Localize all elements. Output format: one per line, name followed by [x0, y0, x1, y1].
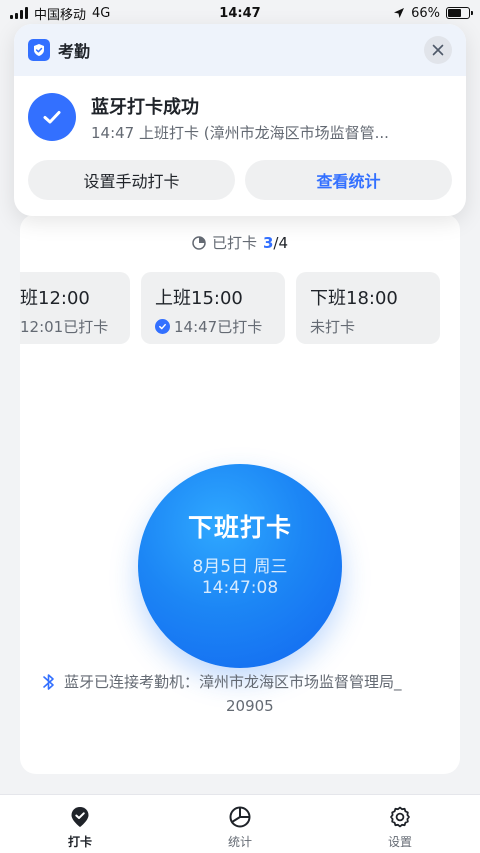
clock-out-button[interactable]: 下班打卡 8月5日 周三 14:47:08	[138, 464, 342, 668]
app-name: 考勤	[58, 42, 91, 61]
progress-label: 已打卡	[211, 234, 257, 252]
shift-list[interactable]: 班12:00 12:01已打卡 上班15:00 14:47已打卡 下班18:00…	[20, 272, 460, 346]
tab-label: 统计	[227, 835, 252, 849]
network-label: 4G	[92, 5, 111, 21]
manual-checkin-settings-button[interactable]: 设置手动打卡	[28, 160, 235, 200]
bluetooth-status: 蓝牙已连接考勤机：漳州市龙海区市场监督管理局_ 20905	[42, 670, 452, 718]
battery-percent: 66%	[411, 5, 440, 21]
stats-pie-icon	[229, 806, 251, 828]
bluetooth-icon	[43, 674, 54, 690]
close-icon[interactable]	[424, 36, 452, 64]
checkin-progress: 已打卡 3/4	[20, 232, 460, 253]
battery-fill	[448, 9, 462, 17]
tab-checkin[interactable]: 打卡	[25, 805, 135, 850]
status-left: 中国移动 4G	[10, 4, 110, 23]
shift-status: 14:47已打卡	[174, 318, 263, 336]
app-shield-icon	[28, 39, 50, 61]
tab-label: 设置	[387, 835, 412, 849]
tab-label: 打卡	[67, 835, 92, 849]
clock-button-time: 14:47:08	[201, 578, 279, 598]
notification-title: 蓝牙打卡成功	[91, 97, 199, 118]
status-time: 14:47	[219, 5, 261, 21]
gear-icon	[390, 806, 410, 828]
notification-subtitle: 14:47 上班打卡 (漳州市龙海区市场监督管...	[91, 124, 389, 142]
checkin-card: 已打卡 3/4 班12:00 12:01已打卡 上班15:00 14:47已打卡…	[20, 214, 460, 774]
status-bar: 中国移动 4G 14:47 66%	[0, 0, 480, 26]
notification-body: 蓝牙打卡成功 14:47 上班打卡 (漳州市龙海区市场监督管...	[14, 76, 466, 158]
shift-card-1500[interactable]: 上班15:00 14:47已打卡	[141, 272, 285, 344]
shift-status: 未打卡	[310, 318, 356, 336]
battery-icon	[446, 7, 473, 19]
notification-banner[interactable]: 考勤 蓝牙打卡成功 14:47 上班打卡 (漳州市龙海区市场监督管... 设置手…	[14, 24, 466, 216]
carrier-label: 中国移动	[34, 7, 87, 23]
progress-total: /4	[273, 233, 289, 252]
notification-header: 考勤	[14, 24, 466, 76]
success-check-icon	[28, 93, 76, 141]
shift-title: 下班18:00	[310, 288, 398, 309]
bottom-tab-bar: 打卡 统计 设置	[0, 794, 480, 853]
progress-pie-icon	[192, 235, 206, 250]
tab-settings[interactable]: 设置	[345, 805, 455, 850]
shift-card-1800[interactable]: 下班18:00 未打卡	[296, 272, 440, 344]
shift-title: 上班15:00	[155, 288, 243, 309]
tab-stats[interactable]: 统计	[185, 805, 295, 850]
checked-icon	[155, 319, 170, 334]
view-stats-button[interactable]: 查看统计	[245, 160, 452, 200]
shift-card-1200[interactable]: 班12:00 12:01已打卡	[20, 272, 130, 344]
shift-title: 班12:00	[20, 288, 90, 309]
clock-button-label: 下班打卡	[187, 513, 292, 542]
checkin-pin-icon	[71, 807, 89, 827]
bluetooth-device-id: 20905	[226, 697, 274, 715]
signal-icon	[10, 7, 28, 19]
notification-actions: 设置手动打卡 查看统计	[14, 158, 466, 200]
bluetooth-text: 蓝牙已连接考勤机：漳州市龙海区市场监督管理局_	[64, 673, 402, 691]
location-arrow-icon	[394, 8, 405, 18]
shift-status: 12:01已打卡	[20, 318, 109, 336]
progress-done: 3	[262, 233, 274, 252]
status-right: 66%	[393, 5, 473, 21]
clock-button-date: 8月5日 周三	[192, 557, 288, 577]
shift-status-row: 14:47已打卡	[155, 316, 271, 337]
